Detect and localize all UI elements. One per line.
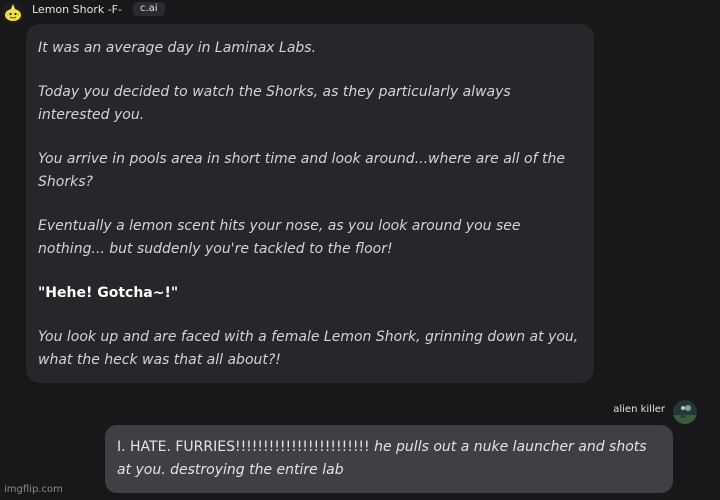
user-name: alien killer	[613, 404, 665, 415]
bot-message-bubble: It was an average day in Laminax Labs. T…	[26, 24, 594, 383]
character-avatar[interactable]	[2, 2, 24, 24]
user-message-shout: I. HATE. FURRIES!!!!!!!!!!!!!!!!!!!!!!!!	[117, 439, 370, 455]
message-paragraph: Eventually a lemon scent hits your nose,…	[38, 218, 521, 257]
message-paragraph: It was an average day in Laminax Labs.	[38, 40, 317, 56]
character-badge: c.ai	[133, 2, 165, 16]
character-name[interactable]: Lemon Shork -F-	[32, 3, 122, 16]
lemon-shork-icon	[2, 2, 24, 24]
message-dialogue: "Hehe! Gotcha~!"	[38, 285, 179, 301]
watermark: imgflip.com	[4, 484, 63, 495]
message-paragraph: You arrive in pools area in short time a…	[38, 151, 565, 190]
user-message-bubble: I. HATE. FURRIES!!!!!!!!!!!!!!!!!!!!!!!!…	[105, 425, 673, 493]
user-avatar[interactable]	[673, 400, 697, 424]
message-paragraph: Today you decided to watch the Shorks, a…	[38, 84, 511, 123]
message-paragraph: You look up and are faced with a female …	[38, 329, 579, 368]
user-avatar-icon	[673, 400, 697, 424]
